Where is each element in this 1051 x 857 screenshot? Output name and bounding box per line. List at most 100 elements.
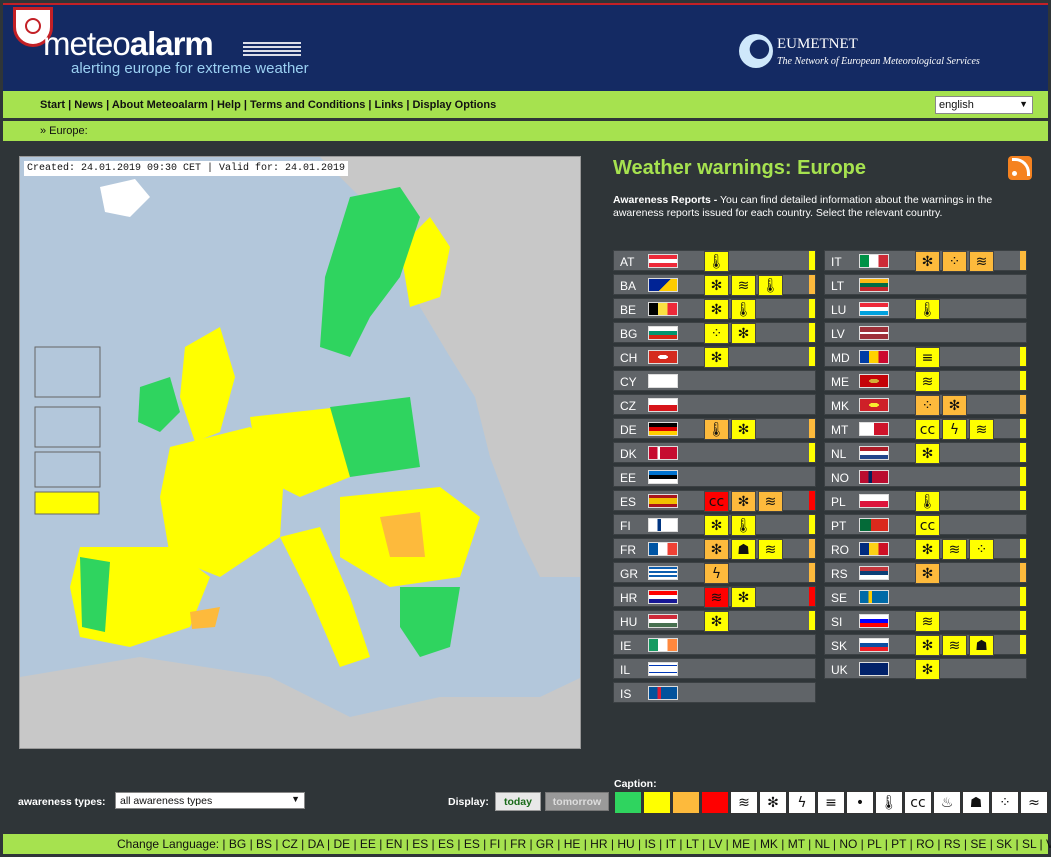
country-row-lv[interactable]: LV: [824, 322, 1027, 343]
snow-ice-icon[interactable]: ✻: [731, 323, 756, 344]
country-row-dk[interactable]: DK: [613, 442, 816, 463]
country-row-uk[interactable]: UK ✻: [824, 658, 1027, 680]
country-row-pl[interactable]: PL 🌡: [824, 490, 1027, 512]
country-row-at[interactable]: AT 🌡: [613, 250, 816, 272]
region-portugal[interactable]: [80, 557, 110, 632]
snow-ice-icon[interactable]: ✻: [915, 251, 940, 272]
snow-ice-icon[interactable]: ✻: [704, 275, 729, 296]
awareness-types-select[interactable]: all awareness types: [115, 792, 305, 809]
country-row-me[interactable]: ME ≋: [824, 370, 1027, 392]
nav-link-help[interactable]: Help: [217, 99, 241, 111]
lang-link-va[interactable]: VA: [1046, 837, 1051, 851]
low-temperature-icon[interactable]: 🌡: [704, 419, 729, 440]
lang-link-lv[interactable]: LV: [709, 837, 723, 851]
low-temperature-icon[interactable]: 🌡: [704, 251, 729, 272]
country-row-bg[interactable]: BG ⁘ ✻: [613, 322, 816, 344]
lang-link-fr[interactable]: FR: [510, 837, 526, 851]
lang-link-mk[interactable]: MK: [760, 837, 778, 851]
lang-link-pl[interactable]: PL: [867, 837, 881, 851]
lang-link-fi[interactable]: FI: [490, 837, 501, 851]
country-row-ba[interactable]: BA ✻ ≋ 🌡: [613, 274, 816, 296]
snow-ice-icon[interactable]: ✻: [731, 419, 756, 440]
fog-icon[interactable]: ≡: [915, 347, 940, 368]
country-row-sk[interactable]: SK ✻ ≋ ☗: [824, 634, 1027, 656]
lang-link-is[interactable]: IS: [644, 837, 655, 851]
country-row-hr[interactable]: HR ≋ ✻: [613, 586, 816, 608]
lang-link-es[interactable]: ES: [438, 837, 454, 851]
lang-link-sl[interactable]: SL: [1022, 837, 1036, 851]
country-row-il[interactable]: IL: [613, 658, 816, 679]
country-row-ro[interactable]: RO ✻ ≋ ⁘: [824, 538, 1027, 560]
map-drawing[interactable]: [20, 157, 581, 749]
snow-ice-icon[interactable]: ✻: [731, 587, 756, 608]
rain-icon[interactable]: ⁘: [915, 395, 940, 416]
snow-ice-icon[interactable]: ✻: [704, 539, 729, 560]
snow-ice-icon[interactable]: ✻: [915, 563, 940, 584]
country-row-es[interactable]: ES cc ✻ ≋: [613, 490, 816, 512]
lang-link-ro[interactable]: RO: [916, 837, 934, 851]
lang-link-rs[interactable]: RS: [944, 837, 961, 851]
low-temperature-icon[interactable]: 🌡: [758, 275, 783, 296]
lang-link-cz[interactable]: CZ: [282, 837, 298, 851]
country-row-gr[interactable]: GR ϟ: [613, 562, 816, 584]
lang-link-bs[interactable]: BS: [256, 837, 272, 851]
language-select[interactable]: english: [935, 96, 1033, 114]
lang-link-es[interactable]: ES: [464, 837, 480, 851]
snow-ice-icon[interactable]: ✻: [704, 299, 729, 320]
snow-ice-icon[interactable]: ✻: [915, 635, 940, 656]
country-row-de[interactable]: DE 🌡 ✻: [613, 418, 816, 440]
lang-link-hu[interactable]: HU: [617, 837, 634, 851]
country-row-ie[interactable]: IE: [613, 634, 816, 655]
country-row-fi[interactable]: FI ✻ 🌡: [613, 514, 816, 536]
snow-ice-icon[interactable]: ✻: [731, 491, 756, 512]
country-row-md[interactable]: MD ≡: [824, 346, 1027, 368]
today-button[interactable]: today: [495, 792, 541, 811]
snow-ice-icon[interactable]: ✻: [915, 539, 940, 560]
snow-ice-icon[interactable]: ✻: [704, 347, 729, 368]
country-row-se[interactable]: SE: [824, 586, 1027, 607]
country-row-rs[interactable]: RS ✻: [824, 562, 1027, 584]
coastal-event-icon[interactable]: cc: [704, 491, 729, 512]
wind-icon[interactable]: ≋: [942, 539, 967, 560]
lang-link-da[interactable]: DA: [308, 837, 324, 851]
country-row-nl[interactable]: NL ✻: [824, 442, 1027, 464]
nav-link-start[interactable]: Start: [40, 99, 65, 111]
region-greece[interactable]: [400, 587, 460, 657]
lang-link-it[interactable]: IT: [666, 837, 676, 851]
low-temperature-icon[interactable]: 🌡: [915, 491, 940, 512]
lang-link-de[interactable]: DE: [333, 837, 350, 851]
europe-warning-map[interactable]: Created: 24.01.2019 09:30 CET | Valid fo…: [19, 156, 581, 749]
coastal-event-icon[interactable]: cc: [915, 419, 940, 440]
lang-link-no[interactable]: NO: [839, 837, 857, 851]
nav-link-news[interactable]: News: [74, 99, 103, 111]
wind-icon[interactable]: ≋: [915, 611, 940, 632]
country-row-ee[interactable]: EE: [613, 466, 816, 487]
coastal-event-icon[interactable]: cc: [915, 515, 940, 536]
lang-link-ee[interactable]: EE: [360, 837, 376, 851]
lang-link-en[interactable]: EN: [386, 837, 403, 851]
wind-icon[interactable]: ≋: [731, 275, 756, 296]
country-row-lu[interactable]: LU 🌡: [824, 298, 1027, 320]
rain-icon[interactable]: ⁘: [942, 251, 967, 272]
region-iceland[interactable]: [100, 179, 150, 217]
snow-ice-icon[interactable]: ✻: [915, 659, 940, 680]
lang-link-sk[interactable]: SK: [996, 837, 1012, 851]
lang-link-bg[interactable]: BG: [229, 837, 246, 851]
snow-ice-icon[interactable]: ✻: [942, 395, 967, 416]
country-row-ch[interactable]: CH ✻: [613, 346, 816, 368]
avalanche-icon[interactable]: ☗: [731, 539, 756, 560]
lang-link-pt[interactable]: PT: [891, 837, 906, 851]
nav-link-about-meteoalarm[interactable]: About Meteoalarm: [112, 99, 208, 111]
country-row-it[interactable]: IT ✻ ⁘ ≋: [824, 250, 1027, 272]
wind-icon[interactable]: ≋: [942, 635, 967, 656]
low-temperature-icon[interactable]: 🌡: [915, 299, 940, 320]
country-row-pt[interactable]: PT cc: [824, 514, 1027, 536]
nav-link-terms-and-conditions[interactable]: Terms and Conditions: [250, 99, 365, 111]
low-temperature-icon[interactable]: 🌡: [731, 299, 756, 320]
rss-icon[interactable]: [1008, 156, 1032, 180]
wind-icon[interactable]: ≋: [758, 491, 783, 512]
eumetnet-name[interactable]: EUMETNET: [777, 36, 858, 53]
country-row-no[interactable]: NO: [824, 466, 1027, 487]
lang-link-gr[interactable]: GR: [536, 837, 554, 851]
lang-link-me[interactable]: ME: [732, 837, 750, 851]
